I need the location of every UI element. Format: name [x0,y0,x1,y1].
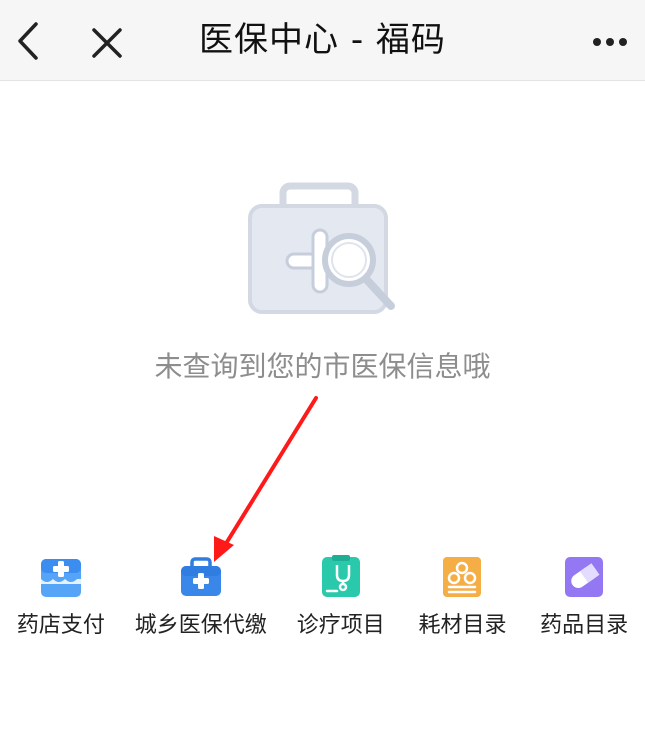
service-label: 诊疗项目 [296,613,385,638]
close-button[interactable] [84,20,130,66]
service-label: 药品目录 [540,613,629,638]
more-button[interactable] [585,22,635,62]
materials-catalog-icon [443,557,482,597]
navigation-bar: 医保中心 - 福码 [0,0,645,81]
service-label: 药店支付 [16,613,105,638]
stethoscope-icon [321,555,360,597]
pill-icon [565,557,604,597]
service-label: 城乡医保代缴 [134,613,267,638]
service-grid: 药店支付 城乡医保代缴 诊疗项目 耗材目录 药品目录 [0,553,645,663]
annotation-arrow-shaft [220,396,318,552]
medical-kit-icon [180,557,221,596]
service-label: 耗材目录 [418,613,507,638]
service-materials-catalog[interactable]: 耗材目录 [402,553,524,663]
more-dots-icon [593,38,627,46]
chevron-left-icon [18,22,38,60]
service-drug-catalog[interactable]: 药品目录 [523,553,645,663]
service-rural-insurance-payment[interactable]: 城乡医保代缴 [122,553,280,663]
medical-kit-search-icon [248,182,395,314]
service-treatment-items[interactable]: 诊疗项目 [280,553,402,663]
close-icon [92,28,122,58]
pharmacy-store-icon [40,559,81,597]
empty-state-message: 未查询到您的市医保信息哦 [154,350,491,383]
back-button[interactable] [8,16,54,66]
page: 医保中心 - 福码 未查询到您的市医保信息哦 药店支付 城乡医保代缴 诊疗项目 … [0,0,645,753]
service-pharmacy-payment[interactable]: 药店支付 [0,553,122,663]
page-title: 医保中心 - 福码 [199,20,446,60]
